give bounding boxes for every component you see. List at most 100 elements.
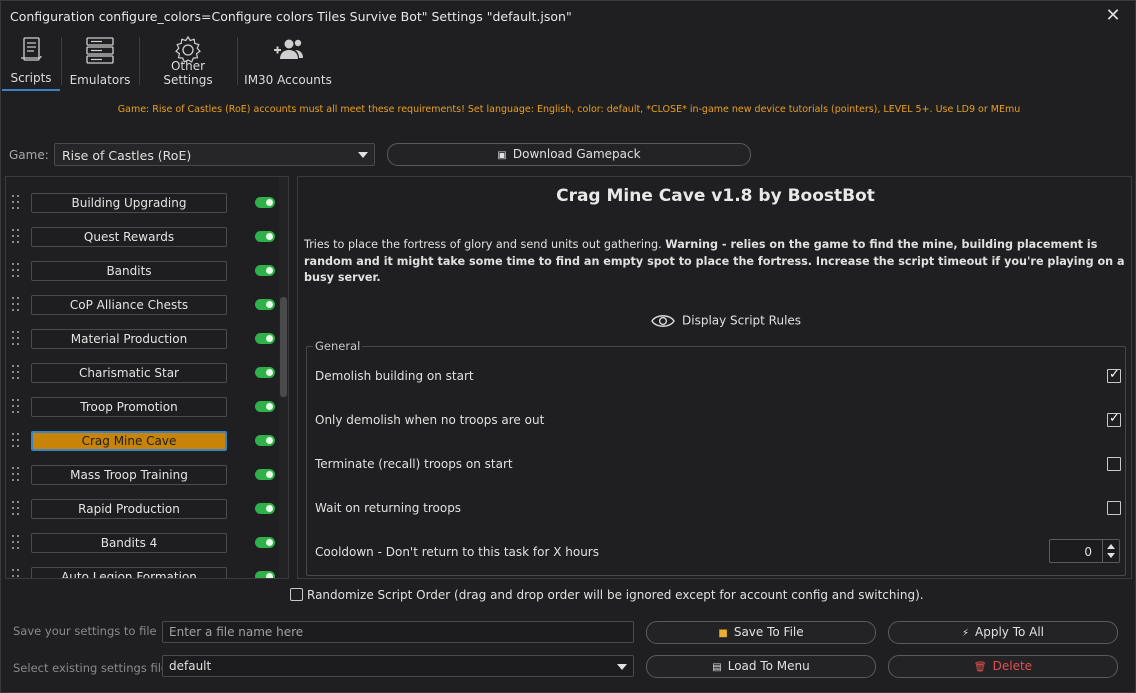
script-list-item[interactable]: Crag Mine Cave (6, 431, 276, 453)
description-text: Tries to place the fortress of glory and… (304, 238, 662, 251)
script-button[interactable]: Charismatic Star (31, 363, 227, 383)
script-enable-toggle[interactable] (255, 367, 275, 378)
tab-bar: Scripts Emulators Other Settings IM30 Ac… (1, 33, 1136, 91)
demolish-no-troops-checkbox[interactable] (1107, 411, 1121, 427)
option-label: Only demolish when no troops are out (315, 413, 545, 427)
trash-icon: 🗑 (973, 662, 987, 673)
script-list-item[interactable]: Mass Troop Training (6, 465, 276, 487)
script-enable-toggle[interactable] (255, 197, 275, 208)
terminate-troops-checkbox[interactable] (1107, 457, 1121, 471)
script-list-item[interactable]: Bandits (6, 261, 276, 283)
settings-file-value: default (169, 659, 212, 673)
save-to-file-button[interactable]: ■ Save To File (646, 621, 876, 644)
settings-file-select[interactable]: default (162, 655, 634, 677)
scrollbar-thumb[interactable] (280, 297, 287, 397)
script-enable-toggle[interactable] (255, 435, 275, 446)
tab-divider (237, 37, 238, 85)
script-list-item[interactable]: Material Production (6, 329, 276, 351)
chevron-down-icon (617, 664, 627, 670)
script-list-item[interactable]: Rapid Production (6, 499, 276, 521)
script-button[interactable]: Rapid Production (31, 499, 227, 519)
script-title: Crag Mine Cave v1.8 by BoostBot (556, 186, 875, 206)
display-script-rules-button[interactable]: Display Script Rules (651, 313, 801, 329)
download-gamepack-button[interactable]: ▣ Download Gamepack (387, 143, 751, 166)
script-button[interactable]: Building Upgrading (31, 193, 227, 213)
drag-handle-icon[interactable] (12, 229, 22, 247)
option-label: Terminate (recall) troops on start (315, 457, 513, 471)
script-list-item[interactable]: Quest Rewards (6, 227, 276, 249)
script-list-item[interactable]: Charismatic Star (6, 363, 276, 385)
cooldown-value[interactable]: 0 (1084, 545, 1092, 559)
option-label: Cooldown - Don't return to this task for… (315, 545, 599, 559)
scroll-icon (21, 37, 42, 61)
script-detail-panel: Crag Mine Cave v1.8 by BoostBot Tries to… (297, 176, 1132, 579)
option-label: Wait on returning troops (315, 501, 462, 515)
demolish-on-start-checkbox[interactable] (1107, 367, 1121, 383)
drag-handle-icon[interactable] (12, 535, 22, 553)
script-enable-toggle[interactable] (255, 537, 275, 548)
script-enable-toggle[interactable] (255, 571, 275, 578)
tab-divider (61, 37, 62, 85)
save-icon: ■ (718, 628, 728, 639)
script-button[interactable]: Quest Rewards (31, 227, 227, 247)
window-title: Configuration configure_colors=Configure… (10, 9, 572, 24)
script-enable-toggle[interactable] (255, 333, 275, 344)
drag-handle-icon[interactable] (12, 195, 22, 213)
script-button[interactable]: CoP Alliance Chests (31, 295, 227, 315)
script-button[interactable]: Crag Mine Cave (31, 431, 227, 451)
drag-handle-icon[interactable] (12, 501, 22, 519)
drag-handle-icon[interactable] (12, 467, 22, 485)
randomize-order-option[interactable]: Randomize Script Order (drag and drop or… (290, 588, 924, 602)
script-enable-toggle[interactable] (255, 265, 275, 276)
game-select[interactable]: Rise of Castles (RoE) (54, 143, 375, 166)
script-list-item[interactable]: Bandits 4 (6, 533, 276, 555)
cooldown-stepper[interactable]: 0 (1049, 539, 1120, 563)
script-button[interactable]: Auto Legion Formation (31, 567, 227, 578)
script-button[interactable]: Material Production (31, 329, 227, 349)
script-list-scrollbar[interactable] (279, 177, 288, 578)
tab-other-settings[interactable]: Other Settings (145, 33, 231, 91)
drag-handle-icon[interactable] (12, 433, 22, 451)
drag-handle-icon[interactable] (12, 399, 22, 417)
tab-im30-accounts[interactable]: IM30 Accounts (243, 33, 333, 91)
download-gamepack-label: Download Gamepack (512, 147, 641, 161)
script-list-item[interactable]: CoP Alliance Chests (6, 295, 276, 317)
drag-handle-icon[interactable] (12, 297, 22, 315)
randomize-order-checkbox[interactable] (290, 588, 303, 601)
tab-emulators[interactable]: Emulators (67, 33, 133, 91)
drag-handle-icon[interactable] (12, 331, 22, 349)
delete-button[interactable]: 🗑 Delete (888, 655, 1118, 678)
script-list[interactable]: Building Upgrading Quest Rewards Bandits Co… (5, 176, 289, 579)
script-list-item[interactable]: Troop Promotion (6, 397, 276, 419)
game-label: Game: (9, 148, 49, 162)
stepper-down-icon[interactable] (1107, 553, 1115, 558)
script-enable-toggle[interactable] (255, 299, 275, 310)
option-label: Demolish building on start (315, 369, 474, 383)
script-button[interactable]: Mass Troop Training (31, 465, 227, 485)
script-enable-toggle[interactable] (255, 401, 275, 412)
script-button[interactable]: Troop Promotion (31, 397, 227, 417)
apply-to-all-button[interactable]: ⚡ Apply To All (888, 621, 1118, 644)
script-button[interactable]: Bandits (31, 261, 227, 281)
script-enable-toggle[interactable] (255, 231, 275, 242)
script-list-item[interactable]: Building Upgrading (6, 193, 276, 215)
lightning-icon: ⚡ (961, 628, 969, 639)
delete-label: Delete (992, 659, 1033, 673)
script-button[interactable]: Bandits 4 (31, 533, 227, 553)
drag-handle-icon[interactable] (12, 569, 22, 578)
game-requirements-notice: Game: Rise of Castles (RoE) accounts mus… (117, 104, 1021, 115)
game-select-value: Rise of Castles (RoE) (62, 148, 192, 163)
file-name-input[interactable] (162, 621, 634, 643)
script-enable-toggle[interactable] (255, 503, 275, 514)
apply-to-all-label: Apply To All (975, 625, 1045, 639)
drag-handle-icon[interactable] (12, 263, 22, 281)
load-to-menu-button[interactable]: ▤ Load To Menu (646, 655, 876, 678)
users-add-icon (274, 39, 303, 59)
stepper-up-icon[interactable] (1107, 544, 1115, 549)
tab-scripts[interactable]: Scripts (2, 33, 60, 91)
script-enable-toggle[interactable] (255, 469, 275, 480)
close-icon[interactable]: ✕ (1103, 5, 1123, 27)
script-list-item[interactable]: Auto Legion Formation (6, 567, 276, 578)
wait-returning-troops-checkbox[interactable] (1107, 501, 1121, 515)
drag-handle-icon[interactable] (12, 365, 22, 383)
